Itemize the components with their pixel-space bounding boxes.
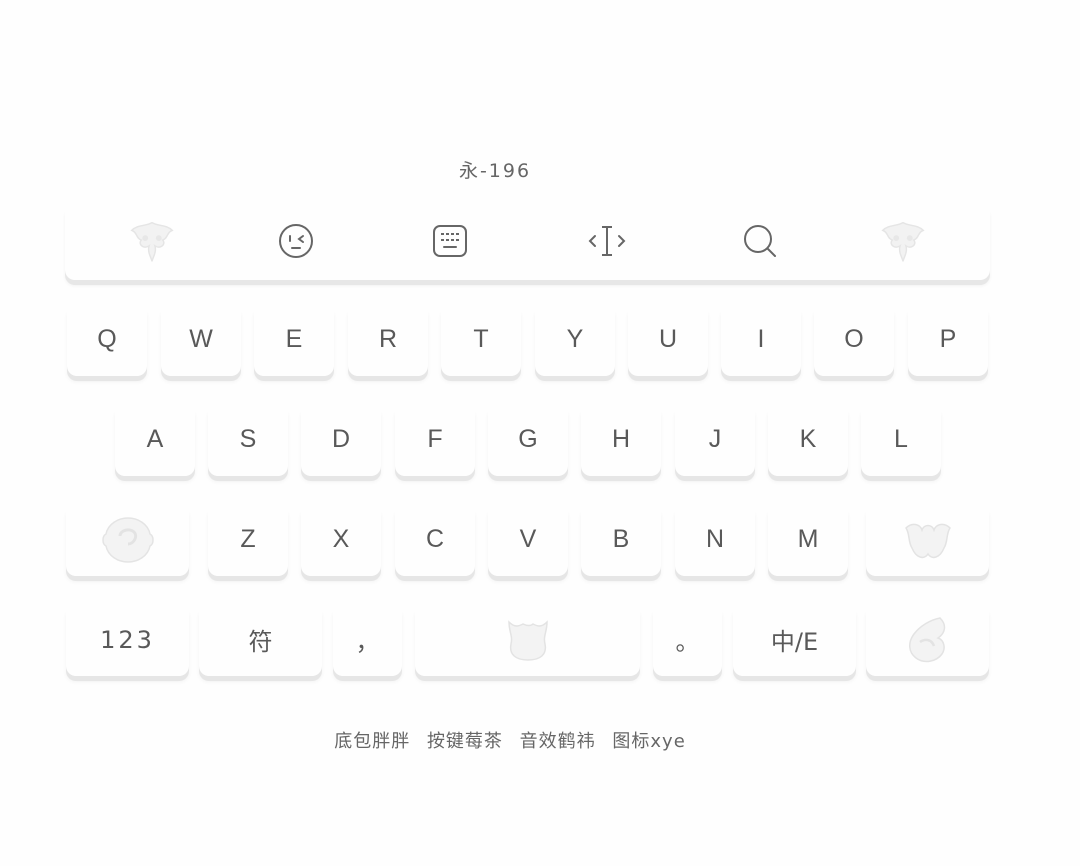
key-z[interactable]: Z [208,503,288,576]
period-key[interactable]: 。 [653,603,722,676]
key-d[interactable]: D [301,403,381,476]
key-w[interactable]: W [161,303,241,376]
space-key[interactable] [415,603,640,676]
numbers-key[interactable]: 123 [66,603,189,676]
credit-base: 底包胖胖 [334,731,411,752]
key-y[interactable]: Y [535,303,615,376]
key-p[interactable]: P [908,303,988,376]
footer-credits: 底包胖胖 按键莓茶 音效鹤祎 图标xye [0,727,1020,753]
search-button[interactable] [732,216,788,266]
language-switch-key[interactable]: 中/E [733,603,856,676]
comma-key[interactable]: ， [333,603,402,676]
key-t[interactable]: T [441,303,521,376]
key-j[interactable]: J [675,403,755,476]
key-h[interactable]: H [581,403,661,476]
backspace-key[interactable] [866,503,989,576]
emoji-icon [279,224,313,258]
key-a[interactable]: A [115,403,195,476]
emoji-button[interactable] [268,216,324,266]
left-ornament-icon [130,221,174,262]
key-q[interactable]: Q [67,303,147,376]
cursor-move-button[interactable] [579,216,635,266]
key-r[interactable]: R [348,303,428,376]
key-b[interactable]: B [581,503,661,576]
key-k[interactable]: K [768,403,848,476]
key-i[interactable]: I [721,303,801,376]
symbols-key[interactable]: 符 [199,603,322,676]
key-o[interactable]: O [814,303,894,376]
key-g[interactable]: G [488,403,568,476]
keyboard-title: 永-196 [458,160,532,182]
keyboard-icon [433,225,467,257]
credit-icons: 图标xye [612,731,686,752]
backspace-ornament-icon [904,523,951,558]
shift-ornament-icon [101,516,154,563]
key-n[interactable]: N [675,503,755,576]
cursor-move-icon [588,226,626,256]
shift-key[interactable] [66,503,189,576]
credit-keys: 按键莓茶 [426,731,503,752]
right-ornament-button[interactable] [875,216,931,266]
key-f[interactable]: F [395,403,475,476]
key-c[interactable]: C [395,503,475,576]
keyboard-switch-button[interactable] [422,216,478,266]
key-m[interactable]: M [768,503,848,576]
enter-ornament-icon [908,616,945,662]
key-x[interactable]: X [301,503,381,576]
enter-key[interactable] [866,603,989,676]
key-l[interactable]: L [861,403,941,476]
key-v[interactable]: V [488,503,568,576]
key-s[interactable]: S [208,403,288,476]
credit-sound: 音效鹤祎 [519,731,596,752]
space-ornament-icon [507,619,548,661]
search-icon [744,225,776,257]
keyboard-toolbar [65,202,990,280]
key-e[interactable]: E [254,303,334,376]
left-ornament-button[interactable] [124,216,180,266]
key-u[interactable]: U [628,303,708,376]
right-ornament-icon [881,221,925,262]
